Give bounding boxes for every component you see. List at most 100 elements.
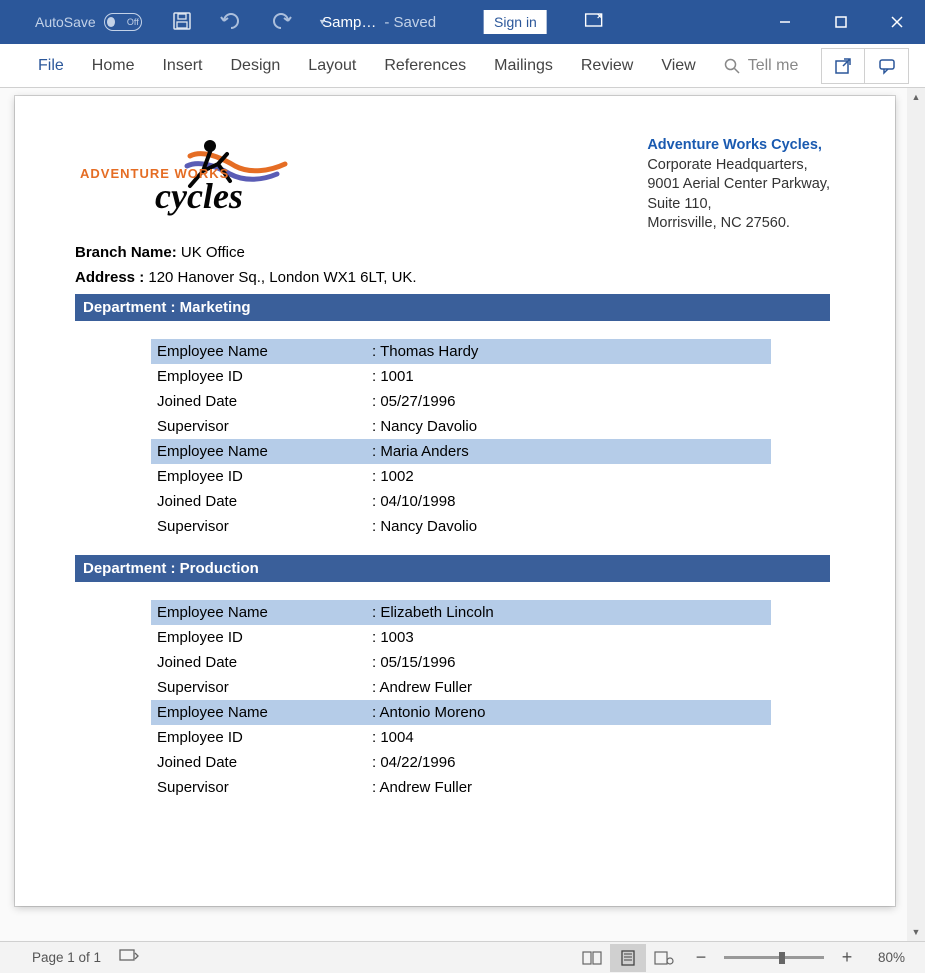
autosave-label: AutoSave [35,14,96,30]
tab-references[interactable]: References [384,57,466,75]
dept-header: Department : Production [75,555,830,582]
tab-home[interactable]: Home [92,57,135,75]
cell-label: Employee ID [157,629,372,646]
cell-value: : 1001 [372,368,765,385]
employee-table: Employee Name: Thomas Hardy Employee ID:… [151,339,771,539]
document-area: ADVENTURE WORKS cycles Adventure Works C… [0,88,925,941]
table-row: Employee Name: Maria Anders [151,439,771,464]
autosave-toggle[interactable]: Off [104,13,142,31]
read-mode-button[interactable] [574,944,610,972]
ribbon-display-icon[interactable] [585,13,603,31]
vertical-scrollbar[interactable]: ▲ ▼ [907,88,925,941]
share-icon [834,57,852,75]
read-mode-icon [582,951,602,965]
web-layout-button[interactable] [646,944,682,972]
zoom-slider[interactable] [724,956,824,959]
dept-header: Department : Marketing [75,294,830,321]
cell-value: : 05/15/1996 [372,654,765,671]
web-layout-icon [654,951,674,965]
branch-line: Branch Name: UK Office [75,244,830,261]
logo-line2: cycles [155,176,243,216]
toggle-text: Off [127,17,139,27]
cell-label: Employee ID [157,368,372,385]
cell-value: : Maria Anders [372,443,765,460]
statusbar: Page 1 of 1 − + 80% [0,941,925,973]
toggle-knob [107,17,115,27]
document-title: Samp… [322,14,376,31]
autosave-control[interactable]: AutoSave Off [35,13,142,31]
tab-design[interactable]: Design [230,57,280,75]
redo-icon[interactable] [270,12,292,33]
share-button[interactable] [821,48,865,84]
ribbon-right-buttons [821,48,909,84]
table-row: Joined Date: 05/15/1996 [151,650,771,675]
document-info: Samp… - Saved Sign in [322,10,603,34]
table-row: Supervisor: Nancy Davolio [151,514,771,539]
table-row: Joined Date: 04/22/1996 [151,750,771,775]
cell-label: Employee ID [157,729,372,746]
cell-value: : 1004 [372,729,765,746]
quick-access-toolbar: ▾ [172,11,325,34]
table-row: Supervisor: Andrew Fuller [151,775,771,800]
company-logo: ADVENTURE WORKS cycles [75,136,305,216]
tab-file[interactable]: File [38,57,64,75]
company-address: Adventure Works Cycles, Corporate Headqu… [647,136,830,234]
signin-button[interactable]: Sign in [484,10,547,34]
scroll-up-icon[interactable]: ▲ [907,88,925,106]
comment-icon [878,57,896,75]
zoom-control: − + 80% [692,947,905,968]
print-layout-button[interactable] [610,944,646,972]
cell-label: Supervisor [157,779,372,796]
cell-value: : Andrew Fuller [372,679,765,696]
employee-table: Employee Name: Elizabeth Lincoln Employe… [151,600,771,800]
app-window: AutoSave Off ▾ Samp… - Saved Sign in [0,0,925,973]
table-row: Employee Name: Antonio Moreno [151,700,771,725]
cell-value: : 05/27/1996 [372,393,765,410]
cell-label: Employee ID [157,468,372,485]
zoom-handle[interactable] [779,952,785,964]
table-row: Employee ID: 1004 [151,725,771,750]
close-button[interactable] [869,0,925,44]
hq-line4: Morrisville, NC 27560. [647,214,830,234]
comments-button[interactable] [865,48,909,84]
table-row: Joined Date: 04/10/1998 [151,489,771,514]
cell-label: Employee Name [157,443,372,460]
cell-label: Supervisor [157,679,372,696]
tab-mailings[interactable]: Mailings [494,57,553,75]
search-icon [724,58,740,74]
page-info[interactable]: Page 1 of 1 [32,950,101,965]
print-layout-icon [620,950,636,966]
tab-layout[interactable]: Layout [308,57,356,75]
cell-value: : Andrew Fuller [372,779,765,796]
tab-review[interactable]: Review [581,57,633,75]
cell-value: : 1002 [372,468,765,485]
cell-label: Supervisor [157,518,372,535]
tellme-search[interactable]: Tell me [724,57,799,75]
cell-label: Employee Name [157,704,372,721]
ribbon-tabs: File Home Insert Design Layout Reference… [0,44,925,88]
table-row: Employee ID: 1001 [151,364,771,389]
table-row: Supervisor: Andrew Fuller [151,675,771,700]
save-icon[interactable] [172,11,192,34]
scroll-down-icon[interactable]: ▼ [907,923,925,941]
maximize-button[interactable] [813,0,869,44]
minimize-button[interactable] [757,0,813,44]
branch-value: UK Office [177,244,245,261]
table-row: Joined Date: 05/27/1996 [151,389,771,414]
display-settings-icon[interactable] [119,948,139,967]
document-status: - Saved [384,14,436,31]
table-row: Supervisor: Nancy Davolio [151,414,771,439]
tab-insert[interactable]: Insert [162,57,202,75]
zoom-out-button[interactable]: − [692,947,710,968]
undo-icon[interactable] [220,12,242,33]
zoom-percentage[interactable]: 80% [878,950,905,965]
zoom-in-button[interactable]: + [838,947,856,968]
table-row: Employee ID: 1002 [151,464,771,489]
cell-value: : 04/10/1998 [372,493,765,510]
document-page[interactable]: ADVENTURE WORKS cycles Adventure Works C… [15,96,895,906]
hq-line2: 9001 Aerial Center Parkway, [647,175,830,195]
letterhead: ADVENTURE WORKS cycles Adventure Works C… [75,136,830,234]
titlebar: AutoSave Off ▾ Samp… - Saved Sign in [0,0,925,44]
tab-view[interactable]: View [661,57,695,75]
cell-label: Joined Date [157,493,372,510]
